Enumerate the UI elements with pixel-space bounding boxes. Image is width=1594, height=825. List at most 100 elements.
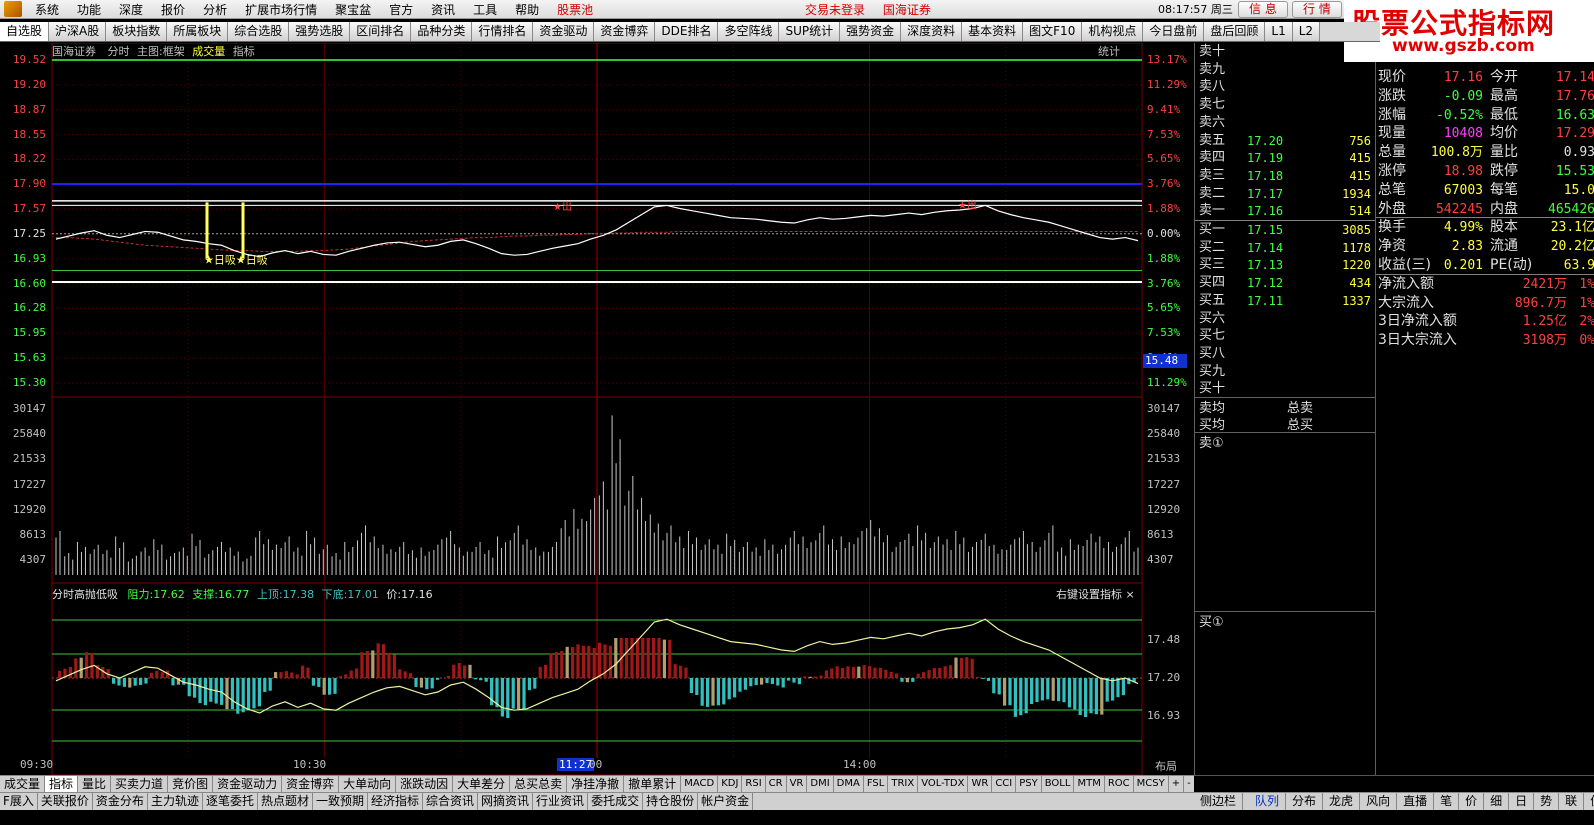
sell-level-row[interactable]: 卖九 [1199, 61, 1375, 79]
indicator-tab-8[interactable]: 涨跌动因 [396, 776, 454, 792]
menu-item-depth[interactable]: 深度 [110, 1, 152, 18]
side-tab-10[interactable]: 势 [1534, 793, 1560, 810]
menu-item-news[interactable]: 资讯 [422, 1, 464, 18]
tab-12[interactable]: 多空阵线 [718, 22, 780, 41]
bottom-tab-5[interactable]: 热点题材 [258, 793, 313, 810]
indicator-tab-9[interactable]: 大单差分 [453, 776, 511, 792]
indicator-tab-13[interactable]: MACD [681, 776, 719, 792]
indicator-tab-6[interactable]: 资金博弈 [282, 776, 340, 792]
indicator-name[interactable]: 分时高抛低吸 [52, 588, 118, 601]
indicator-tab-19[interactable]: DMA [834, 776, 864, 792]
menu-item-analysis[interactable]: 分析 [194, 1, 236, 18]
indicator-settings[interactable]: 右键设置指标 × [1056, 586, 1135, 602]
tab-6[interactable]: 区间排名 [350, 22, 412, 41]
bottom-tab-11[interactable]: 委托成交 [588, 793, 644, 810]
indicator-tab-21[interactable]: TRIX [888, 776, 919, 792]
indicator-tab-1[interactable]: 指标 [45, 776, 79, 792]
tab-4[interactable]: 综合选股 [228, 22, 290, 41]
side-tab-7[interactable]: 价 [1459, 793, 1485, 810]
tab-9[interactable]: 资金驱动 [533, 22, 595, 41]
tab-3[interactable]: 所属板块 [167, 22, 229, 41]
side-tab-1[interactable]: 队列 [1249, 793, 1287, 810]
menu-item-ext-market[interactable]: 扩展市场行情 [236, 1, 326, 18]
tab-7[interactable]: 品种分类 [411, 22, 473, 41]
indicator-tab-30[interactable]: + [1169, 776, 1185, 792]
indicator-tab-10[interactable]: 总买总卖 [510, 776, 568, 792]
tab-13[interactable]: SUP统计 [779, 22, 841, 41]
indicator-settings-label[interactable]: 右键设置指标 [1056, 588, 1122, 601]
indicator-tab-25[interactable]: PSY [1016, 776, 1042, 792]
side-tab-9[interactable]: 日 [1509, 793, 1535, 810]
indicator-tab-20[interactable]: FSL [864, 776, 889, 792]
indicator-tab-14[interactable]: KDJ [718, 776, 743, 792]
indicator-tab-18[interactable]: DMI [807, 776, 834, 792]
menu-item-tools[interactable]: 工具 [464, 1, 506, 18]
side-tab-5[interactable]: 直播 [1397, 793, 1435, 810]
tab-16[interactable]: 基本资料 [962, 22, 1024, 41]
broker-name[interactable]: 国海证券 [883, 3, 931, 17]
bottom-tab-9[interactable]: 网摘资讯 [478, 793, 534, 810]
tab-15[interactable]: 深度资料 [901, 22, 963, 41]
sell-level-row[interactable]: 卖八 [1199, 78, 1375, 96]
indicator-tab-16[interactable]: CR [766, 776, 787, 792]
tab-21[interactable]: L1 [1265, 22, 1293, 41]
menu-item-treasure[interactable]: 聚宝盆 [326, 1, 380, 18]
bottom-tab-4[interactable]: 逐笔委托 [203, 793, 258, 810]
buy-level-row[interactable]: 买九 [1199, 363, 1375, 381]
info-button[interactable]: 信 息 [1238, 1, 1288, 18]
fund-flow-row[interactable]: 3日大宗流入 3198万 0% [1378, 331, 1594, 350]
indicator-tab-17[interactable]: VR [787, 776, 808, 792]
close-icon[interactable]: × [1126, 588, 1135, 601]
bottom-tab-0[interactable]: F展入 [0, 793, 38, 810]
sell-level-row[interactable]: 卖七 [1199, 96, 1375, 114]
tab-14[interactable]: 强势资金 [840, 22, 902, 41]
tab-10[interactable]: 资金博弈 [594, 22, 656, 41]
bottom-tab-2[interactable]: 资金分布 [93, 793, 148, 810]
buy-level-row[interactable]: 买六 [1199, 310, 1375, 328]
sell-level-row[interactable]: 卖一 17.16 514 [1199, 202, 1375, 220]
sell-level-row[interactable]: 卖五 17.20 756 [1199, 132, 1375, 150]
tab-1[interactable]: 沪深A股 [49, 22, 107, 41]
login-status[interactable]: 交易未登录 [805, 3, 865, 17]
menu-item-system[interactable]: 系统 [26, 1, 68, 18]
menu-item-quote[interactable]: 报价 [152, 1, 194, 18]
bottom-tab-6[interactable]: 一致预期 [313, 793, 368, 810]
sell-level-row[interactable]: 卖六 [1199, 114, 1375, 132]
tab-11[interactable]: DDE排名 [655, 22, 719, 41]
side-tab-11[interactable]: 联 [1559, 793, 1585, 810]
buy-level-row[interactable]: 买八 [1199, 345, 1375, 363]
sell-level-row[interactable]: 卖三 17.18 415 [1199, 167, 1375, 185]
side-tab-6[interactable]: 笔 [1434, 793, 1460, 810]
tab-2[interactable]: 板块指数 [106, 22, 168, 41]
tab-18[interactable]: 机构视点 [1082, 22, 1144, 41]
tab-17[interactable]: 图文F10 [1023, 22, 1083, 41]
tab-0[interactable]: 自选股 [0, 22, 50, 41]
bottom-tab-10[interactable]: 行业资讯 [533, 793, 589, 810]
side-tab-12[interactable]: 值 [1584, 793, 1594, 810]
fund-flow-row[interactable]: 净流入额 2421万 1% [1376, 273, 1594, 294]
sell-level-row[interactable]: 卖十 [1199, 43, 1375, 61]
buy-level-row[interactable]: 买十 [1199, 380, 1375, 398]
bottom-tab-13[interactable]: 帐户资金 [698, 793, 754, 810]
side-tab-8[interactable]: 细 [1484, 793, 1510, 810]
indicator-tab-27[interactable]: MTM [1074, 776, 1105, 792]
side-tab-4[interactable]: 风向 [1360, 793, 1398, 810]
menu-item-help[interactable]: 帮助 [506, 1, 548, 18]
buy-level-row[interactable]: 买七 [1199, 327, 1375, 345]
side-tab-3[interactable]: 龙虎 [1323, 793, 1361, 810]
indicator-tab-22[interactable]: VOL-TDX [918, 776, 969, 792]
sell-level-row[interactable]: 卖二 17.17 1934 [1199, 185, 1375, 203]
indicator-tab-11[interactable]: 净挂净撤 [567, 776, 625, 792]
indicator-tab-29[interactable]: MCSY [1134, 776, 1169, 792]
indicator-tab-7[interactable]: 大单动向 [339, 776, 397, 792]
bottom-tab-1[interactable]: 关联报价 [38, 793, 93, 810]
tab-19[interactable]: 今日盘前 [1143, 22, 1205, 41]
fund-flow-row[interactable]: 大宗流入 896.7万 1% [1378, 294, 1594, 313]
bottom-tab-8[interactable]: 综合资讯 [423, 793, 479, 810]
buy-level-row[interactable]: 买三 17.13 1220 [1199, 256, 1375, 274]
indicator-tab-2[interactable]: 量比 [78, 776, 112, 792]
tab-20[interactable]: 盘后回顾 [1204, 22, 1266, 41]
menu-item-function[interactable]: 功能 [68, 1, 110, 18]
menu-item-stock-pool[interactable]: 股票池 [548, 1, 602, 18]
fund-flow-row[interactable]: 3日净流入额 1.25亿 2% [1378, 312, 1594, 331]
